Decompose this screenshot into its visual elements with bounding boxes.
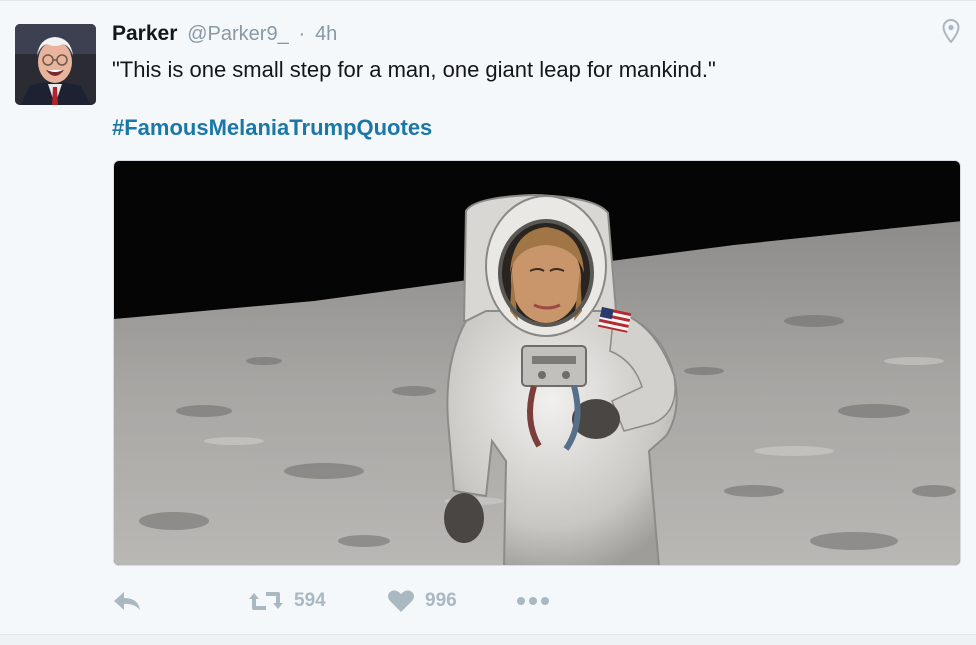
more-options-button[interactable] (516, 585, 550, 617)
tweet-media-image[interactable] (113, 160, 961, 566)
tweet-card: Parker @Parker9_ · 4h "This is one small… (0, 0, 976, 645)
timestamp[interactable]: 4h (315, 23, 337, 45)
retweet-icon (248, 589, 284, 613)
display-name[interactable]: Parker (112, 22, 177, 45)
like-count: 996 (425, 590, 457, 611)
reply-icon (112, 590, 142, 612)
divider (0, 634, 976, 645)
separator-dot: · (298, 23, 306, 45)
tweet-actions: 594 996 (112, 585, 912, 617)
retweet-button[interactable]: 594 (248, 585, 326, 617)
more-icon (516, 596, 550, 606)
reply-button[interactable] (112, 585, 142, 617)
hashtag-link[interactable]: #FamousMelaniaTrumpQuotes (112, 113, 432, 143)
username[interactable]: @Parker9_ (187, 23, 288, 45)
moon-astronaut-photo (114, 161, 960, 565)
retweet-count: 594 (294, 590, 326, 611)
location-pin-icon[interactable] (942, 18, 960, 44)
tweet-text: "This is one small step for a man, one g… (112, 57, 716, 82)
avatar[interactable] (15, 24, 96, 105)
heart-icon (387, 589, 415, 613)
like-button[interactable]: 996 (387, 585, 457, 617)
avatar-image (15, 24, 96, 105)
tweet-header: Parker @Parker9_ · 4h (112, 21, 337, 47)
